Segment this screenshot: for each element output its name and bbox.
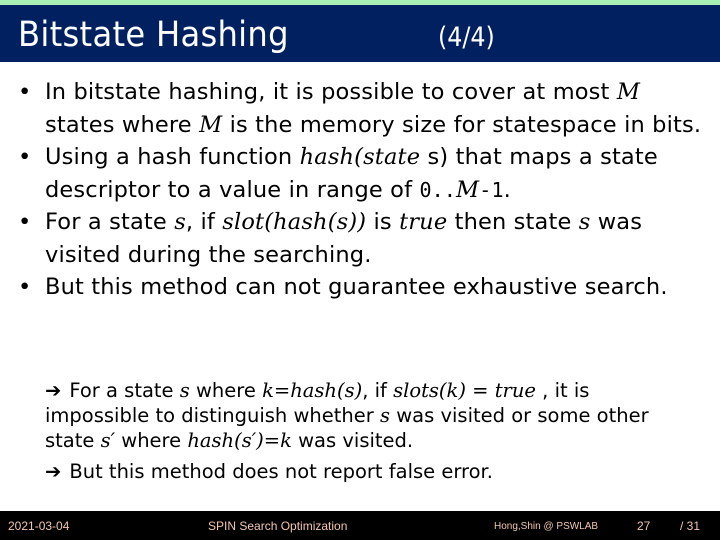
- text-run: is the memory size for statespace in bit…: [222, 111, 702, 138]
- bullet-item: • But this method can not guarantee exhau…: [18, 271, 708, 304]
- text-run: is: [366, 209, 400, 235]
- math-expression: slot(hash(s)): [222, 209, 367, 235]
- math-expression: true: [494, 379, 536, 402]
- text-run: was visited.: [291, 429, 414, 452]
- text-run: Using a hash function: [45, 144, 300, 170]
- text-run: where: [115, 429, 188, 452]
- code-text: -1: [479, 177, 504, 202]
- math-expression: M: [199, 111, 223, 138]
- bullet-dot-icon: •: [18, 79, 32, 105]
- notes-section: ➔ For a state s where k=hash(s), if slots…: [45, 378, 675, 490]
- text-run: , if: [185, 209, 223, 235]
- math-expression: s: [380, 404, 391, 427]
- bullet-dot-icon: •: [18, 274, 32, 300]
- text-run: For a state: [69, 379, 180, 402]
- text-run: But this method does not report false er…: [69, 460, 493, 483]
- code-text: 0..: [419, 177, 457, 202]
- note-item: ➔ But this method does not report false e…: [45, 459, 675, 484]
- text-run: In bitstate hashing, it is possible to c…: [45, 79, 617, 105]
- math-expression: s: [179, 379, 190, 402]
- text-run: where: [189, 379, 263, 402]
- math-expression: s: [578, 209, 591, 235]
- math-expression: true: [399, 209, 448, 235]
- bullet-item: • In bitstate hashing, it is possible to …: [18, 76, 708, 141]
- slide-header: Bitstate Hashing (4/4): [0, 5, 720, 62]
- math-expression: slots(k): [393, 379, 466, 402]
- text-run: , if: [362, 379, 394, 402]
- footer-page-total: / 31: [680, 519, 701, 533]
- bullet-item: • Using a hash function hash(state s) tha…: [18, 141, 708, 206]
- arrow-right-icon: ➔: [45, 460, 62, 483]
- text-run: For a state: [45, 209, 175, 235]
- slide-body: • In bitstate hashing, it is possible to …: [18, 76, 708, 304]
- math-expression: k=hash(s): [262, 379, 363, 402]
- math-expression: hash(state: [299, 144, 421, 170]
- slide-title: Bitstate Hashing: [18, 15, 289, 55]
- note-item: ➔ For a state s where k=hash(s), if slots…: [45, 378, 675, 453]
- text-run: But this method can not guarantee exhaus…: [45, 274, 668, 300]
- slide-part-indicator: (4/4): [438, 22, 495, 53]
- text-run: =: [465, 379, 495, 402]
- bullet-dot-icon: •: [18, 209, 32, 235]
- footer-author: Hong,Shin @ PSWLAB: [494, 521, 599, 532]
- slide-footer: 2021-03-04 SPIN Search Optimization Hong…: [0, 511, 720, 540]
- bullet-item: • For a state s, if slot(hash(s)) is true…: [18, 206, 708, 271]
- bullet-list: • In bitstate hashing, it is possible to …: [18, 76, 708, 304]
- math-expression: hash(s′)=k: [187, 429, 292, 452]
- math-expression: s′: [100, 429, 116, 452]
- footer-page-number: 27: [637, 519, 651, 533]
- math-expression: s: [174, 209, 186, 235]
- text-run: .: [503, 176, 511, 203]
- footer-date: 2021-03-04: [8, 519, 70, 533]
- bullet-dot-icon: •: [18, 144, 32, 170]
- math-expression: M: [616, 79, 641, 105]
- text-run: then state: [447, 209, 579, 235]
- footer-title: SPIN Search Optimization: [208, 519, 348, 533]
- arrow-right-icon: ➔: [45, 379, 62, 402]
- text-run: states where: [45, 111, 200, 138]
- math-expression: M: [456, 176, 480, 203]
